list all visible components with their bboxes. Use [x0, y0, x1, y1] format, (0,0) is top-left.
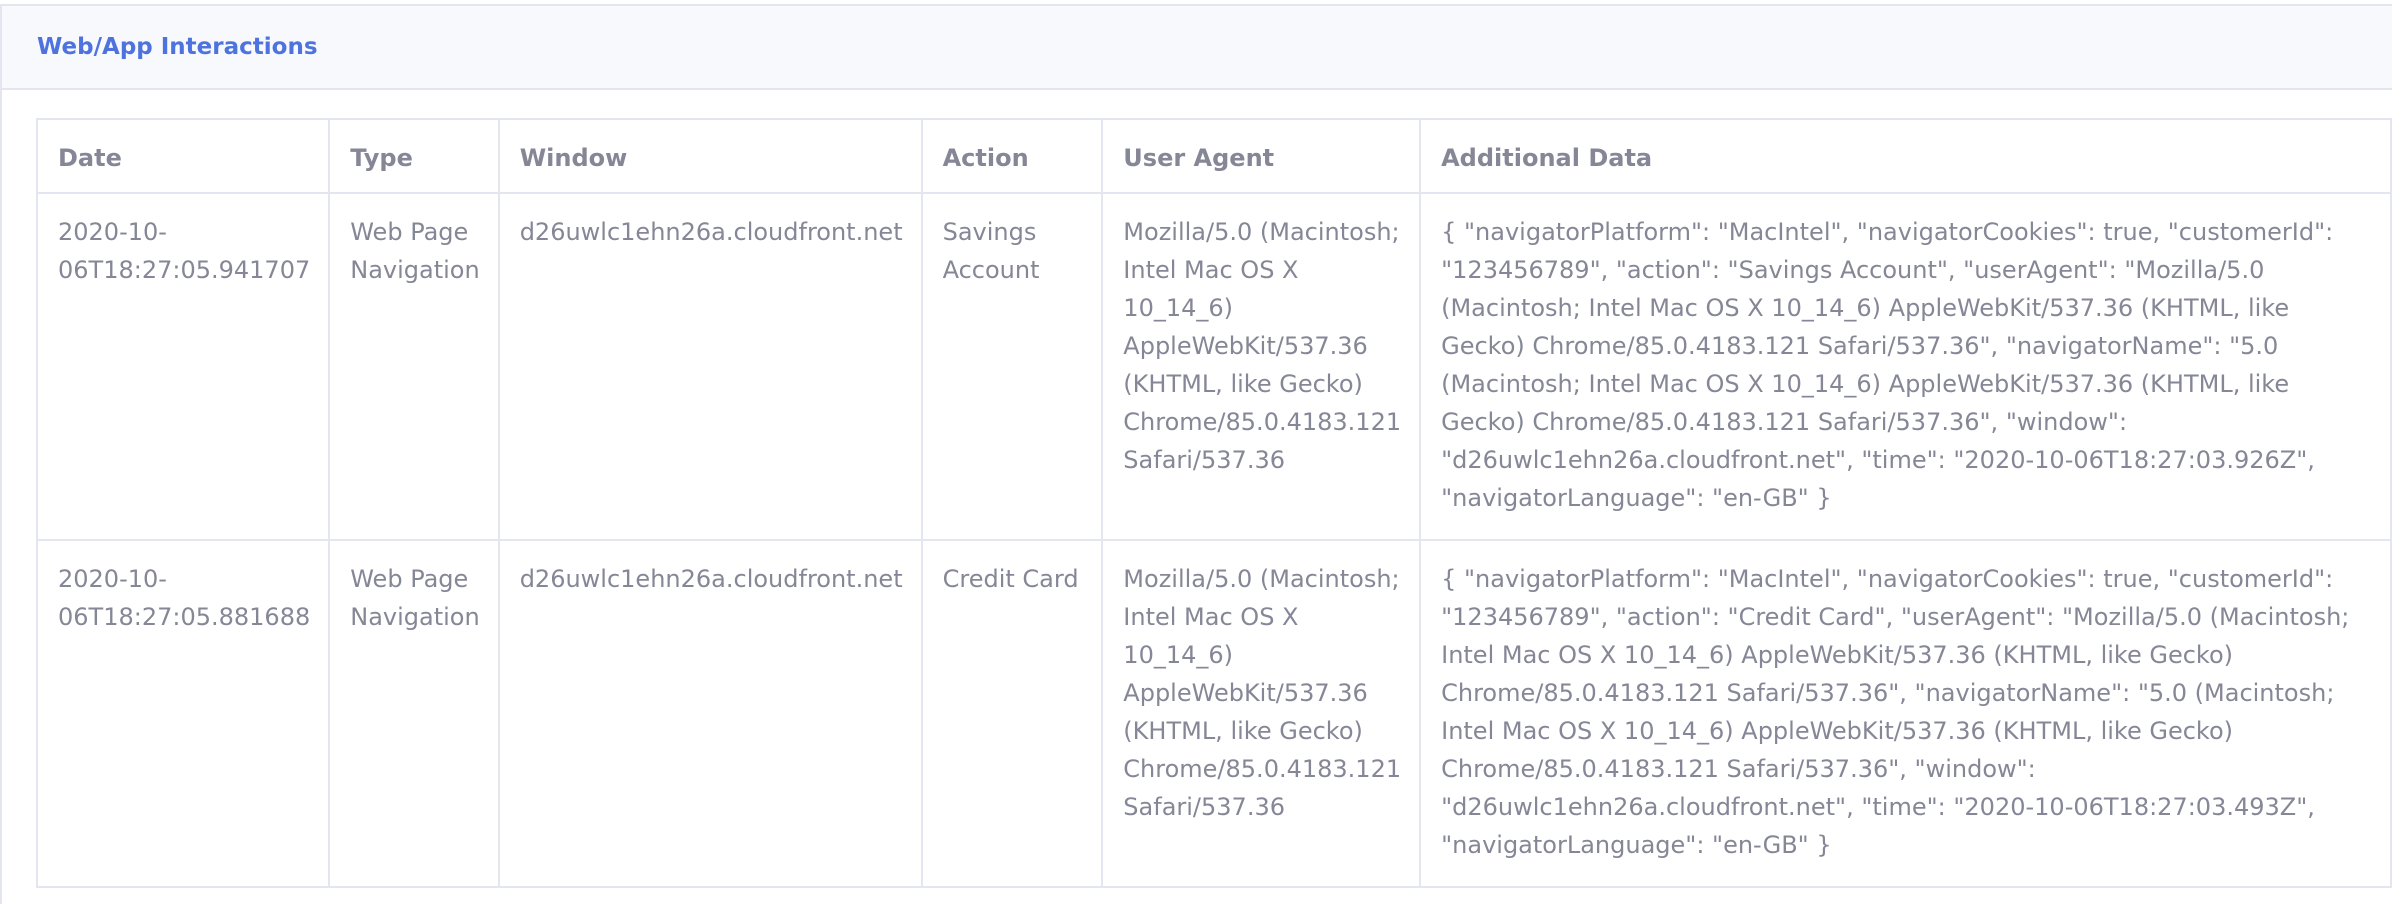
column-header-additional-data[interactable]: Additional Data	[1419, 118, 2392, 194]
table-row: 2020-10- 06T18:27:05.941707 Web Page Nav…	[35, 192, 2392, 541]
cell-additional-data: { "navigatorPlatform": "MacIntel", "navi…	[1419, 192, 2392, 541]
type-part-1: Web Page	[350, 565, 469, 593]
cell-additional-data: { "navigatorPlatform": "MacIntel", "navi…	[1419, 539, 2392, 888]
date-part-2: 06T18:27:05.941707	[58, 256, 311, 284]
date-part-1: 2020-10-	[58, 565, 167, 593]
cell-window: d26uwlc1ehn26a.cloudfront.net	[497, 192, 923, 541]
column-header-action[interactable]: Action	[920, 118, 1104, 194]
action-part-2: Account	[942, 256, 1040, 284]
interactions-table: Date Type Window Action User Agent Addit…	[35, 118, 2392, 888]
date-part-2: 06T18:27:05.881688	[58, 603, 311, 631]
cell-action: Credit Card	[920, 539, 1104, 888]
cell-date: 2020-10- 06T18:27:05.881688	[35, 539, 331, 888]
table-row: 2020-10- 06T18:27:05.881688 Web Page Nav…	[35, 539, 2392, 888]
cell-action: Savings Account	[920, 192, 1104, 541]
type-part-2: Navigation	[350, 256, 480, 284]
card-header: Web/App Interactions	[2, 6, 2392, 90]
action-part-1: Savings	[942, 218, 1037, 246]
date-part-1: 2020-10-	[58, 218, 167, 246]
card-title: Web/App Interactions	[37, 34, 318, 60]
action-part-1: Credit Card	[942, 565, 1079, 593]
interactions-table-wrapper: Date Type Window Action User Agent Addit…	[35, 118, 2392, 888]
column-header-type[interactable]: Type	[328, 118, 500, 194]
type-part-2: Navigation	[350, 603, 480, 631]
table-header-row: Date Type Window Action User Agent Addit…	[35, 118, 2392, 194]
column-header-date[interactable]: Date	[35, 118, 331, 194]
cell-user-agent: Mozilla/5.0 (Macintosh; Intel Mac OS X 1…	[1101, 192, 1422, 541]
cell-user-agent: Mozilla/5.0 (Macintosh; Intel Mac OS X 1…	[1101, 539, 1422, 888]
cell-type: Web Page Navigation	[328, 192, 500, 541]
cell-type: Web Page Navigation	[328, 539, 500, 888]
type-part-1: Web Page	[350, 218, 469, 246]
cell-date: 2020-10- 06T18:27:05.941707	[35, 192, 331, 541]
column-header-window[interactable]: Window	[497, 118, 923, 194]
cell-window: d26uwlc1ehn26a.cloudfront.net	[497, 539, 923, 888]
column-header-user-agent[interactable]: User Agent	[1101, 118, 1422, 194]
